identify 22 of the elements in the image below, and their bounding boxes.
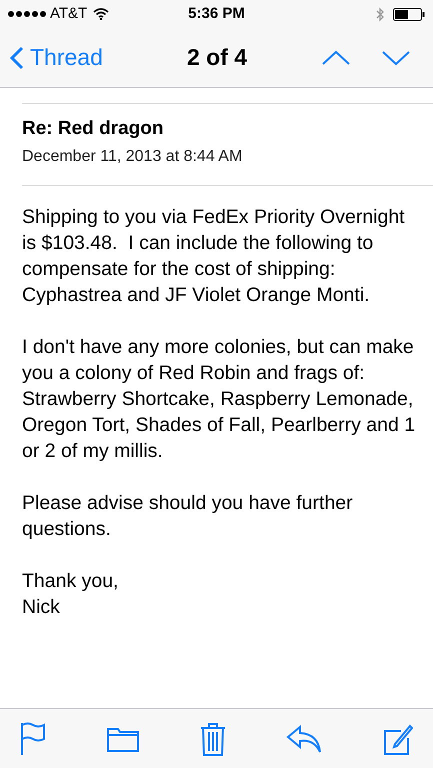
- reply-icon[interactable]: [286, 724, 322, 754]
- email-date: December 11, 2013 at 8:44 AM: [22, 147, 244, 167]
- email-paragraph: Thank you, Nick: [22, 569, 120, 620]
- previous-button[interactable]: [321, 50, 351, 66]
- bluetooth-icon: [376, 6, 385, 22]
- wifi-icon: [93, 8, 110, 20]
- email-paragraph: Please advise should you have further questions.: [22, 491, 354, 542]
- folder-icon[interactable]: [106, 726, 139, 752]
- next-button[interactable]: [381, 50, 411, 66]
- message-position: 2 of 4: [187, 43, 248, 72]
- chevron-left-icon: [10, 46, 24, 70]
- email-paragraph: Shipping to you via FedEx Priority Overnight is $103.48. I can include the following to compensate for the cost of shipping: Cyphastrea and JF Violet Orange Monti.: [22, 205, 406, 308]
- carrier-name: AT&T: [50, 4, 88, 24]
- back-button[interactable]: Thread: [10, 40, 103, 75]
- email-paragraph: I don't have any more colonies, but can make you a colony of Red Robin and frags of: Strawberry Shortcake, Raspberry Lemonade, Oregon Tort, Shades of Fall, Pearlberry and 1 or 2 of my millis.: [22, 335, 416, 464]
- compose-icon[interactable]: [383, 722, 413, 754]
- trash-icon[interactable]: [200, 722, 226, 756]
- signal-icon: [8, 11, 46, 17]
- flag-icon[interactable]: [20, 722, 46, 756]
- clock-time: 5:36 PM: [188, 4, 245, 24]
- battery-icon: [393, 8, 425, 20]
- email-subject: Re: Red dragon: [22, 117, 164, 141]
